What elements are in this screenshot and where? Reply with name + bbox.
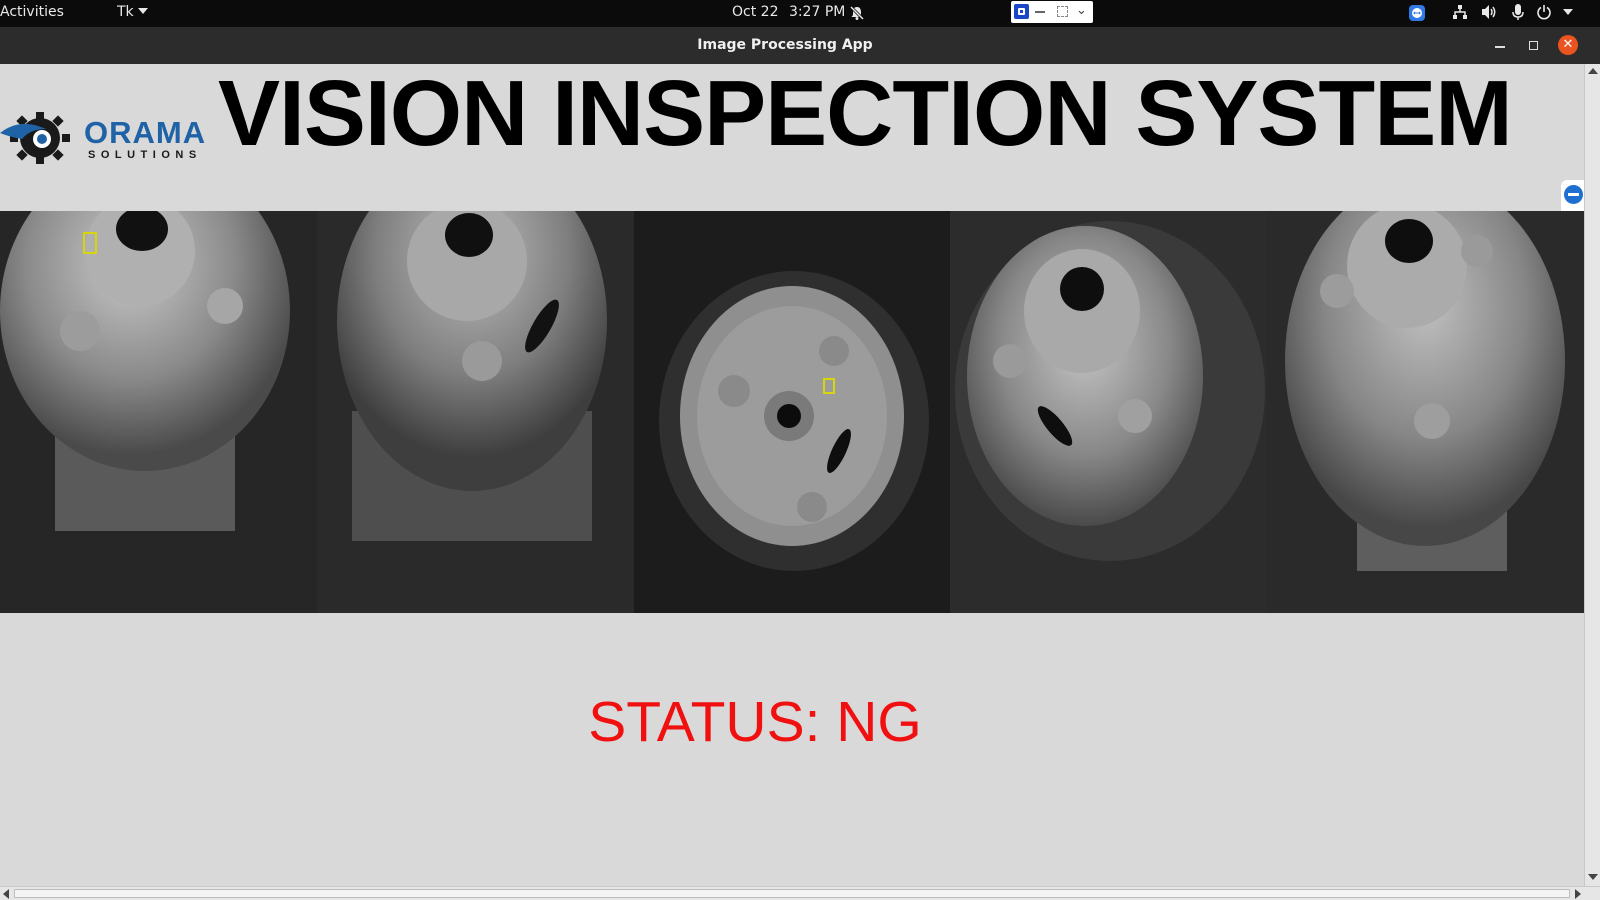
page-title: VISION INSPECTION SYSTEM (218, 61, 1513, 165)
microphone-icon[interactable] (1512, 4, 1524, 22)
app-canvas: ORAMA SOLUTIONS VISION INSPECTION SYSTEM (0, 61, 1584, 886)
system-menu-chevron-icon[interactable] (1563, 9, 1573, 27)
teamviewer-icon[interactable] (1014, 4, 1029, 19)
fullscreen-icon[interactable] (1057, 6, 1068, 17)
app-menu-label: Tk (117, 4, 134, 20)
gear-eye-logo-icon (0, 112, 70, 164)
logo-subtitle: SOLUTIONS (88, 149, 202, 161)
camera-image-2 (316, 211, 634, 613)
app-menu[interactable]: Tk (117, 4, 148, 20)
camera-image-4 (950, 211, 1268, 613)
clock-time: 3:27 PM (788, 4, 846, 20)
inspection-image-strip (0, 211, 1584, 613)
power-icon[interactable] (1536, 4, 1552, 22)
horizontal-scrollbar[interactable] (0, 886, 1600, 900)
network-icon[interactable] (1452, 4, 1468, 22)
scroll-up-arrow-icon[interactable] (1588, 68, 1598, 74)
bell-muted-icon (849, 5, 865, 21)
chevron-down-icon (137, 8, 148, 14)
camera-image-5 (1267, 211, 1584, 613)
chevron-down-icon[interactable]: ⌄ (1076, 3, 1087, 18)
vertical-scrollbar[interactable] (1584, 64, 1600, 886)
scrollbar-thumb[interactable] (14, 889, 1570, 898)
teamviewer-tray-icon[interactable] (1408, 4, 1426, 22)
scroll-down-arrow-icon[interactable] (1588, 874, 1598, 880)
logo-name: ORAMA (84, 115, 207, 150)
camera-image-1 (0, 211, 317, 613)
teamviewer-panel[interactable]: ⌄ (1011, 1, 1093, 23)
camera-image-3 (633, 211, 951, 613)
company-logo: ORAMA SOLUTIONS (0, 109, 210, 169)
minimize-icon[interactable] (1035, 11, 1045, 13)
status-label: STATUS: NG (588, 690, 922, 754)
system-top-bar: Activities Tk Oct 22 3:27 PM ⌄ (0, 0, 1600, 27)
minimize-button[interactable] (1495, 46, 1505, 48)
volume-icon[interactable] (1481, 4, 1498, 22)
app-window: Image Processing App ✕ ORAMA SOLUTIONS V… (0, 27, 1600, 900)
clock-date: Oct 22 (732, 4, 779, 20)
teamviewer-icon[interactable] (1564, 185, 1583, 204)
window-titlebar[interactable]: Image Processing App ✕ (0, 27, 1600, 64)
scroll-right-arrow-icon[interactable] (1575, 889, 1581, 899)
maximize-button[interactable] (1529, 41, 1538, 50)
window-title: Image Processing App (697, 37, 873, 53)
clock[interactable]: Oct 22 3:27 PM (732, 4, 851, 20)
scroll-left-arrow-icon[interactable] (3, 889, 9, 899)
activities-button[interactable]: Activities (0, 4, 64, 20)
close-button[interactable]: ✕ (1558, 35, 1578, 55)
